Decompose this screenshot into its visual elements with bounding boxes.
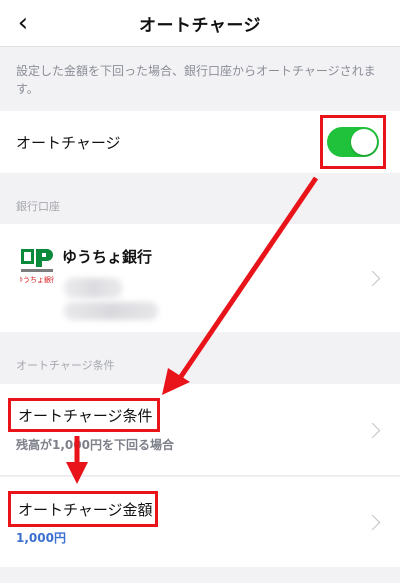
chevron-right-icon	[364, 514, 381, 531]
auto-charge-condition-row[interactable]: オートチャージ条件 残高が1,000円を下回る場合	[0, 384, 400, 476]
description-text: 設定した金額を下回った場合、銀行口座からオートチャージされます。	[16, 64, 376, 96]
amount-highlight-box: オートチャージ金額	[8, 491, 158, 527]
auto-charge-toggle[interactable]	[327, 127, 379, 157]
chevron-right-icon	[364, 422, 381, 439]
condition-highlight-box: オートチャージ条件	[8, 398, 160, 432]
logo-caption: ゆうちょ銀行	[20, 275, 54, 284]
auto-charge-amount-row[interactable]: オートチャージ金額 1,000円	[0, 477, 400, 567]
chevron-left-icon: ‹	[17, 8, 29, 38]
page-title: オートチャージ	[139, 15, 261, 36]
bank-section-label: 銀行口座	[16, 200, 60, 213]
auto-charge-row: オートチャージ	[0, 111, 400, 173]
bank-name: ゆうちょ銀行	[62, 248, 153, 266]
amount-label: オートチャージ金額	[18, 500, 153, 519]
condition-label: オートチャージ条件	[18, 406, 153, 425]
toggle-highlight-box	[320, 115, 386, 169]
app-header: ‹ オートチャージ	[0, 0, 400, 47]
blurred-account-info	[64, 278, 122, 298]
condition-value: 残高が1,000円を下回る場合	[16, 438, 174, 452]
conditions-section-label: オートチャージ条件	[16, 359, 115, 372]
back-button[interactable]: ‹	[8, 8, 38, 38]
bank-account-row[interactable]: ゆうちょ銀行 ゆうちょ銀行	[0, 224, 400, 332]
amount-value: 1,000円	[16, 531, 66, 545]
chevron-right-icon	[364, 270, 381, 287]
blurred-account-number	[64, 302, 158, 320]
toggle-knob	[351, 129, 377, 155]
japan-post-bank-logo: ゆうちょ銀行	[20, 249, 54, 284]
auto-charge-label: オートチャージ	[16, 133, 121, 152]
